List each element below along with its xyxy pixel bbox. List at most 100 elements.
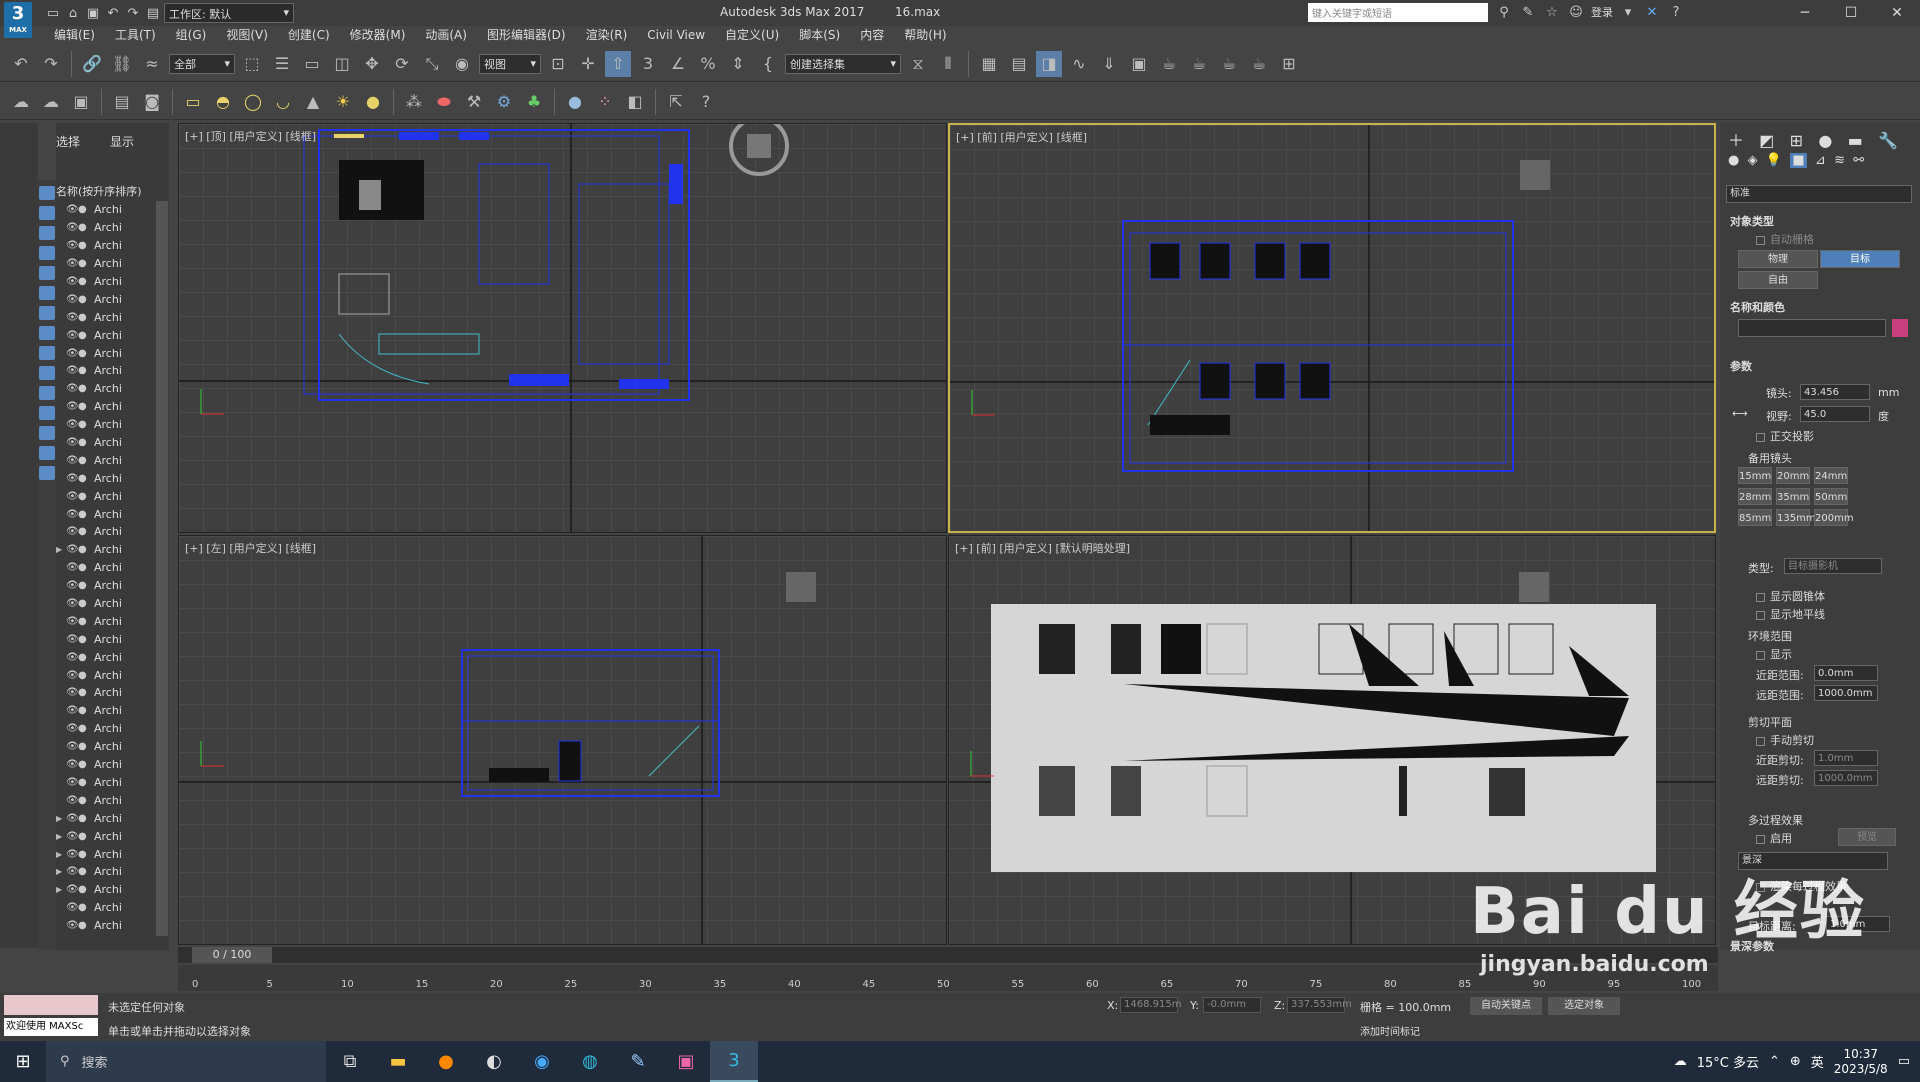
list-item[interactable]: 👁 ● Archi — [56, 630, 169, 648]
freeze-icon[interactable]: ● — [78, 222, 90, 233]
expand-arrow-icon[interactable]: ▶ — [56, 885, 66, 894]
list-item[interactable]: 👁 ● Archi — [56, 559, 169, 577]
selection-filter-dropdown[interactable]: 全部 ▾ — [169, 53, 235, 74]
search-input[interactable]: 键入关键字或短语 — [1308, 3, 1488, 22]
show-cone-check[interactable] — [1756, 592, 1765, 602]
cone-icon[interactable]: ▲ — [300, 89, 326, 115]
lights-icon[interactable]: 💡 — [1766, 153, 1782, 168]
autogrid-checkbox[interactable]: 自动栅格 — [1756, 231, 1814, 247]
list-item[interactable]: 👁 ● Archi — [56, 469, 169, 487]
freeze-icon[interactable]: ● — [78, 866, 90, 877]
snaps-toggle-icon[interactable]: 3 — [635, 51, 661, 77]
near-clip-spinner[interactable]: 1.0mm — [1814, 750, 1878, 766]
render-iterative-icon[interactable]: ☕ — [1216, 51, 1242, 77]
time-slider-thumb[interactable]: 0 / 100 — [192, 947, 272, 963]
menu-tools[interactable]: 工具(T) — [105, 26, 166, 44]
freeze-icon[interactable]: ● — [78, 437, 90, 448]
list-item[interactable]: 👁 ● Archi — [56, 577, 169, 595]
list-item[interactable]: 👁 ● Archi — [56, 774, 169, 792]
list-item[interactable]: ▶ 👁 ● Archi — [56, 827, 169, 845]
filter-lights-icon[interactable] — [39, 226, 55, 240]
chevron-down-icon[interactable]: ▾ — [1619, 3, 1637, 21]
eye-icon[interactable]: 👁 — [66, 258, 79, 269]
freeze-icon[interactable]: ● — [78, 383, 90, 394]
eye-icon[interactable]: 👁 — [66, 849, 79, 860]
utilities-tab-icon[interactable]: 🔧 — [1878, 131, 1898, 150]
eye-icon[interactable]: 👁 — [66, 634, 79, 645]
3dsmax-task-icon[interactable]: 3 — [710, 1041, 758, 1082]
list-item[interactable]: 👁 ● Archi — [56, 380, 169, 398]
systems-icon[interactable]: ⚯ — [1853, 153, 1864, 168]
workspace-dropdown[interactable]: 工作区: 默认 ▾ — [164, 3, 294, 23]
list-item[interactable]: 👁 ● Archi — [56, 756, 169, 774]
menu-group[interactable]: 组(G) — [166, 26, 217, 44]
freeze-icon[interactable]: ● — [78, 562, 90, 573]
select-by-name-icon[interactable]: ☰ — [269, 51, 295, 77]
filter-invert-icon[interactable] — [39, 466, 55, 480]
window-crossing-icon[interactable]: ◫ — [329, 51, 355, 77]
mp-enable-check[interactable] — [1756, 834, 1765, 844]
filter-xrefs-icon[interactable] — [39, 326, 55, 340]
dome-icon[interactable]: ◓ — [210, 89, 236, 115]
maximize-button[interactable]: ☐ — [1828, 0, 1874, 26]
auto-key-button[interactable]: 自动关键点 — [1470, 997, 1542, 1015]
freeze-icon[interactable]: ● — [78, 419, 90, 430]
x-coord-field[interactable]: 1468.915m — [1120, 997, 1181, 1013]
list-item[interactable]: 👁 ● Archi — [56, 451, 169, 469]
lens-button[interactable]: 200mm — [1814, 509, 1854, 526]
grass-icon[interactable]: ♣ — [521, 89, 547, 115]
freeze-icon[interactable]: ● — [78, 348, 90, 359]
list-item[interactable]: 👁 ● Archi — [56, 738, 169, 756]
key-icon[interactable]: ✎ — [1519, 3, 1537, 21]
hierarchy-tab-icon[interactable]: ⊞ — [1790, 131, 1803, 150]
freeze-icon[interactable]: ● — [78, 294, 90, 305]
set-key-filter[interactable]: 选定对象 — [1548, 997, 1620, 1015]
globe-icon[interactable]: ⊕ — [1790, 1054, 1801, 1069]
lens-button[interactable]: 35mm — [1776, 488, 1810, 505]
schematic-view-icon[interactable]: ∿ — [1066, 51, 1092, 77]
list-item[interactable]: 👁 ● Archi — [56, 344, 169, 362]
filter-hidden-icon[interactable] — [39, 406, 55, 420]
freeze-icon[interactable]: ● — [78, 831, 90, 842]
type-dropdown[interactable]: 目标摄影机 — [1784, 558, 1882, 574]
sphere-icon[interactable]: ● — [360, 89, 386, 115]
menu-create[interactable]: 创建(C) — [278, 26, 340, 44]
expand-arrow-icon[interactable]: ▶ — [56, 850, 66, 859]
object-type-header[interactable]: 对象类型 — [1730, 213, 1774, 229]
eye-icon[interactable]: 👁 — [66, 884, 79, 895]
redo-icon[interactable]: ↷ — [38, 51, 64, 77]
eye-icon[interactable]: 👁 — [66, 902, 79, 913]
list-item[interactable]: ▶ 👁 ● Archi — [56, 863, 169, 881]
freeze-icon[interactable]: ● — [78, 920, 90, 931]
mirror-icon[interactable]: ⧖ — [905, 51, 931, 77]
menu-civil-view[interactable]: Civil View — [637, 26, 715, 44]
ortho-checkbox[interactable]: 正交投影 — [1756, 428, 1814, 444]
weather-icon[interactable]: ☁ — [1674, 1054, 1687, 1069]
list-item[interactable]: 👁 ● Archi — [56, 899, 169, 917]
eye-icon[interactable]: 👁 — [66, 204, 79, 215]
list-item[interactable]: 👁 ● Archi — [56, 648, 169, 666]
notification-icon[interactable]: ▭ — [1898, 1054, 1910, 1069]
close-button[interactable]: ✕ — [1874, 0, 1920, 26]
expand-arrow-icon[interactable]: ▶ — [56, 867, 66, 876]
menu-modifiers[interactable]: 修改器(M) — [340, 26, 416, 44]
plane-icon[interactable]: ▭ — [180, 89, 206, 115]
maxscript-listener[interactable] — [4, 995, 98, 1015]
edit-named-selection-icon[interactable]: { — [755, 51, 781, 77]
name-color-header[interactable]: 名称和颜色 — [1730, 299, 1785, 315]
target-camera-button[interactable]: 目标 — [1820, 250, 1900, 268]
tab-display[interactable]: 显示 — [110, 133, 134, 150]
placement-icon[interactable]: ◉ — [449, 51, 475, 77]
list-item[interactable]: 👁 ● Archi — [56, 666, 169, 684]
freeze-icon[interactable]: ● — [78, 687, 90, 698]
freeze-icon[interactable]: ● — [78, 330, 90, 341]
redo-icon[interactable]: ↷ — [124, 4, 142, 22]
list-item[interactable]: 👁 ● Archi — [56, 416, 169, 434]
material-editor-icon[interactable]: ⇓ — [1096, 51, 1122, 77]
list-item[interactable]: 👁 ● Archi — [56, 720, 169, 738]
app-logo[interactable]: 3 MAX — [4, 2, 32, 38]
align-icon[interactable]: ⫴ — [935, 51, 961, 77]
eye-icon[interactable]: 👁 — [66, 777, 79, 788]
list-item[interactable]: 👁 ● Archi — [56, 684, 169, 702]
capsule-icon[interactable]: ⬬ — [431, 89, 457, 115]
